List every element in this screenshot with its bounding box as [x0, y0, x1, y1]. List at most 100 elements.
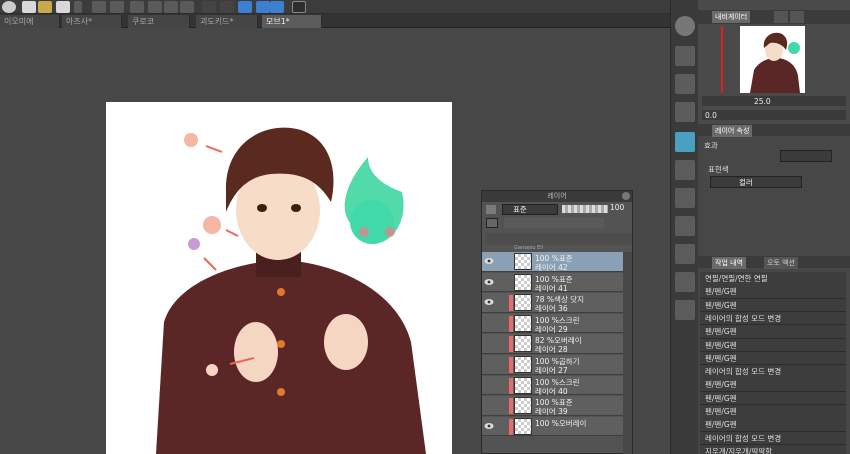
side-tool-10-icon[interactable]	[675, 300, 695, 320]
side-tool-1-icon[interactable]	[675, 46, 695, 66]
opacity-slider[interactable]	[562, 205, 608, 213]
navigator-thumbnail[interactable]	[740, 26, 805, 93]
help-icon[interactable]	[292, 1, 306, 13]
navigator-tabs: 내비게이터	[698, 10, 850, 24]
layer-name: 레이어 29	[535, 324, 568, 334]
layer-row[interactable]: 78 %색상 닷지 레이어 36	[482, 293, 632, 313]
history-item[interactable]: 펜/펜/G펜	[700, 338, 846, 352]
navigator-zoom-bar[interactable]	[702, 96, 846, 106]
history-item[interactable]: 레이어의 합성 모드 변경	[700, 431, 846, 446]
flip-vertical-icon[interactable]	[256, 1, 270, 13]
history-item[interactable]: 펜/펜/G펜	[700, 378, 846, 392]
panel-menu-icon[interactable]	[486, 205, 496, 214]
crop-icon[interactable]	[180, 1, 194, 13]
snap-icon[interactable]	[220, 1, 234, 13]
layer-panel-header[interactable]: 레이어	[482, 191, 632, 202]
layer-row[interactable]: 100 %곱하기 레이어 27	[482, 355, 632, 375]
layer-color-icon[interactable]	[486, 218, 498, 228]
open-folder-icon[interactable]	[38, 1, 52, 13]
layer-name: 레이어 36	[535, 304, 568, 314]
tab-document-1[interactable]: 이오미애	[0, 15, 60, 28]
history-item[interactable]: 펜/펜/G펜	[700, 298, 846, 313]
drawing-canvas[interactable]	[106, 102, 452, 454]
side-tool-9-icon[interactable]	[675, 272, 695, 292]
layer-panel: 레이어 표준 100 Gansesu Ell 100 %표준 레이어 42 100 …	[481, 190, 633, 454]
close-icon[interactable]	[622, 192, 630, 200]
clipping-marker	[509, 377, 513, 394]
layer-thumbnail	[514, 253, 532, 270]
layer-row[interactable]: 100 %스크린 레이어 29	[482, 313, 632, 334]
layer-row[interactable]: 100 %표준 레이어 39	[482, 396, 632, 416]
side-tool-8-icon[interactable]	[675, 244, 695, 264]
tab-navigator[interactable]: 내비게이터	[712, 11, 751, 23]
history-item[interactable]: 레이어의 합성 모드 변경	[700, 365, 846, 379]
effect-buttons[interactable]	[780, 150, 832, 162]
side-tool-7-icon[interactable]	[675, 216, 695, 236]
redo-icon[interactable]	[110, 1, 124, 13]
eye-icon[interactable]	[484, 298, 494, 306]
layer-name: 레이어 42	[535, 263, 568, 272]
history-item[interactable]: 펜/펜/G펜	[700, 285, 846, 299]
chevron-down-icon[interactable]	[74, 1, 82, 13]
navigator-rotate-bar[interactable]	[702, 110, 846, 120]
fill-bucket-icon[interactable]	[164, 1, 178, 13]
tab-info-icon[interactable]	[790, 11, 804, 23]
clear-icon[interactable]	[130, 1, 144, 13]
blend-mode-select[interactable]: 표준	[502, 204, 558, 215]
rotate-icon[interactable]	[270, 1, 284, 13]
history-item[interactable]: 펜/펜/G펜	[700, 418, 846, 432]
transform-icon[interactable]	[148, 1, 162, 13]
eye-icon[interactable]	[484, 422, 494, 430]
new-file-icon[interactable]	[22, 1, 36, 13]
expression-color-select[interactable]: 컬러	[710, 176, 802, 188]
layer-row[interactable]: 82 %오버레이 레이어 28	[482, 334, 632, 354]
eye-icon[interactable]	[484, 278, 494, 286]
history-item[interactable]: 펜/펜/G펜	[700, 325, 846, 339]
undo-icon[interactable]	[92, 1, 106, 13]
flip-horizontal-icon[interactable]	[238, 1, 252, 13]
layer-row[interactable]: 100 %표준 레이어 42	[482, 252, 632, 272]
layer-row[interactable]: 100 %오버레이	[482, 416, 632, 437]
side-tool-2-icon[interactable]	[675, 74, 695, 94]
quick-access-icon[interactable]	[675, 16, 695, 36]
effect-label: 효과	[704, 141, 718, 150]
layer-list: 100 %표준 레이어 42 100 %표준 레이어 41 78 %색상 닷지 레이어 3…	[482, 252, 632, 454]
layer-row[interactable]: 100 %스크린 레이어 40	[482, 375, 632, 396]
tab-document-2[interactable]: 아즈사*	[62, 15, 122, 28]
save-icon[interactable]	[56, 1, 70, 13]
zoom-value: 25.0	[754, 97, 771, 106]
tab-layer-property[interactable]: 레이어 속성	[712, 125, 753, 137]
clipping-marker	[509, 315, 513, 332]
side-tool-5-icon[interactable]	[675, 160, 695, 180]
layer-row[interactable]: 100 %표준 레이어 41	[482, 272, 632, 293]
history-item[interactable]: 펜/펜/G펜	[700, 351, 846, 366]
history-item[interactable]: 레이어의 합성 모드 변경	[700, 311, 846, 326]
tab-auto-action[interactable]: 오토 액션	[764, 257, 798, 269]
side-tool-3-icon[interactable]	[675, 102, 695, 122]
tab-history[interactable]: 작업 내역	[712, 257, 746, 269]
layer-list-scrollbar[interactable]	[623, 252, 632, 454]
history-item[interactable]: 연필/연필/연한 연필	[700, 272, 846, 286]
history-item[interactable]: 펜/펜/G펜	[700, 405, 846, 419]
layer-panel-title: 레이어	[547, 192, 567, 200]
tab-sub-view-icon[interactable]	[774, 11, 788, 23]
tab-document-3[interactable]: 쿠로코	[128, 15, 190, 28]
side-tool-4-icon[interactable]	[675, 132, 695, 152]
layer-thumbnail	[514, 314, 532, 332]
history-item[interactable]: 지우개/지우개/딱딱함	[700, 444, 846, 454]
angle-value: 0.0	[705, 111, 717, 120]
tab-document-4[interactable]: 괴도키드*	[196, 15, 258, 28]
layer-thumbnail	[514, 273, 532, 291]
tab-document-5[interactable]: 모브1*	[262, 15, 322, 28]
navigator-frame-line	[721, 26, 723, 93]
layer-name: 레이어 27	[535, 366, 568, 375]
history-item[interactable]: 펜/펜/G펜	[700, 391, 846, 406]
opacity-value[interactable]: 100	[610, 203, 624, 212]
app-logo-icon[interactable]	[2, 1, 16, 13]
clipping-marker	[509, 418, 513, 435]
side-tool-6-icon[interactable]	[675, 188, 695, 208]
layer-option-icons	[504, 218, 604, 228]
layer-name: 레이어 40	[535, 386, 568, 396]
selection-icon[interactable]	[202, 1, 216, 13]
eye-icon[interactable]	[484, 257, 494, 265]
